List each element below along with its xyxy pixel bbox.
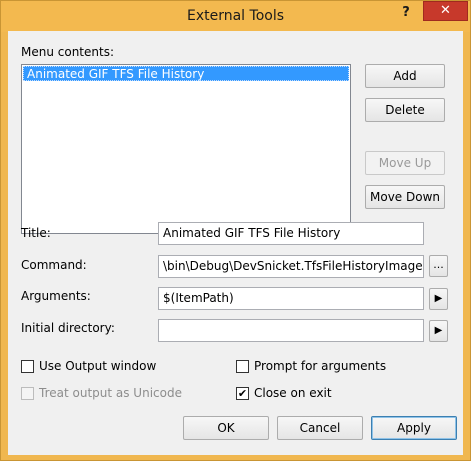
close-on-exit-option[interactable]: ✔ Close on exit bbox=[236, 385, 332, 401]
use-output-window-label: Use Output window bbox=[39, 359, 157, 373]
title-input[interactable]: Animated GIF TFS File History bbox=[158, 222, 424, 245]
title-label: Title: bbox=[21, 226, 51, 240]
ok-button[interactable]: OK bbox=[183, 416, 269, 440]
prompt-for-arguments-option[interactable]: Prompt for arguments bbox=[236, 358, 386, 374]
external-tools-dialog: External Tools ? ✕ Menu contents: Animat… bbox=[0, 0, 471, 461]
apply-button[interactable]: Apply bbox=[371, 416, 457, 440]
cancel-button[interactable]: Cancel bbox=[277, 416, 363, 440]
delete-button[interactable]: Delete bbox=[365, 98, 445, 122]
prompt-for-arguments-label: Prompt for arguments bbox=[254, 359, 387, 373]
help-button[interactable]: ? bbox=[393, 3, 419, 23]
command-label: Command: bbox=[21, 258, 87, 272]
move-up-button[interactable]: Move Up bbox=[365, 151, 445, 175]
arguments-input[interactable]: $(ItemPath) bbox=[158, 287, 424, 310]
move-down-button[interactable]: Move Down bbox=[365, 185, 445, 209]
treat-output-unicode-label: Treat output as Unicode bbox=[39, 386, 182, 400]
arguments-macro-arrow-icon[interactable]: ▶ bbox=[429, 288, 448, 310]
add-button[interactable]: Add bbox=[365, 64, 445, 88]
initial-directory-input[interactable] bbox=[158, 319, 424, 342]
close-on-exit-checkbox[interactable]: ✔ bbox=[236, 386, 249, 400]
initial-directory-label: Initial directory: bbox=[21, 321, 115, 335]
arguments-label: Arguments: bbox=[21, 289, 91, 303]
prompt-for-arguments-checkbox[interactable] bbox=[236, 359, 249, 373]
close-on-exit-label: Close on exit bbox=[254, 386, 332, 400]
close-button[interactable]: ✕ bbox=[423, 1, 468, 21]
command-browse-button[interactable]: ... bbox=[429, 255, 448, 277]
menu-contents-list[interactable]: Animated GIF TFS File History bbox=[21, 64, 351, 234]
dialog-client-area: Menu contents: Animated GIF TFS File His… bbox=[8, 31, 463, 455]
treat-output-unicode-option: Treat output as Unicode bbox=[21, 385, 182, 401]
initial-directory-macro-arrow-icon[interactable]: ▶ bbox=[429, 320, 448, 342]
command-input[interactable]: \bin\Debug\DevSnicket.TfsFileHistoryImag… bbox=[158, 255, 424, 278]
use-output-window-option[interactable]: Use Output window bbox=[21, 358, 156, 374]
menu-contents-label: Menu contents: bbox=[21, 45, 114, 59]
list-item[interactable]: Animated GIF TFS File History bbox=[23, 66, 349, 81]
use-output-window-checkbox[interactable] bbox=[21, 359, 34, 373]
treat-output-unicode-checkbox bbox=[21, 386, 34, 400]
title-bar[interactable]: External Tools ? ✕ bbox=[1, 1, 470, 32]
